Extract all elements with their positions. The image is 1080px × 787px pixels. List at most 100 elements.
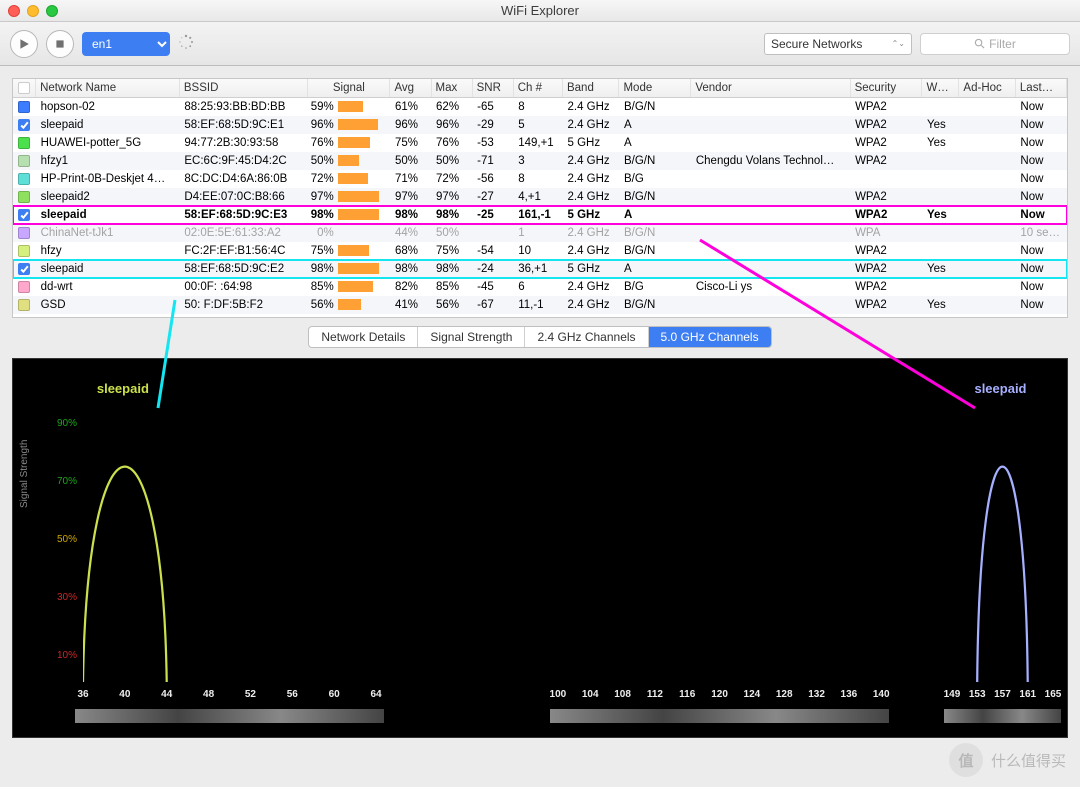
close-icon[interactable]	[8, 5, 20, 17]
row-checkbox[interactable]	[18, 191, 30, 203]
cell-w	[922, 188, 959, 206]
tab-network-details[interactable]: Network Details	[309, 327, 418, 347]
cell-bssid: 58:EF:68:5D:9C:E3	[179, 206, 307, 224]
table-row[interactable]: sleepaid58:EF:68:5D:9C:E298%98%98%-2436,…	[13, 260, 1067, 278]
col-max[interactable]: Max	[431, 79, 472, 98]
row-checkbox[interactable]	[18, 245, 30, 257]
col-bssid[interactable]: BSSID	[179, 79, 307, 98]
cell-name: ChinaNet-tJk1	[36, 224, 180, 242]
col-w[interactable]: W…	[922, 79, 959, 98]
cell-bssid: 58:EF:68:5D:9C:E1	[179, 116, 307, 134]
table-row[interactable]: GSD50: F:DF:5B:F256%41%56%-6711,-12.4 GH…	[13, 296, 1067, 314]
cell-adhoc	[959, 206, 1015, 224]
cell-band: 2.4 GHz	[562, 152, 618, 170]
cell-max: 75%	[431, 242, 472, 260]
row-checkbox[interactable]	[18, 119, 30, 131]
col-mode[interactable]: Mode	[619, 79, 691, 98]
cell-snr: -56	[472, 170, 513, 188]
x-tick: 36	[77, 689, 88, 700]
interface-select[interactable]: en1	[82, 32, 170, 56]
col-ch[interactable]: Ch #	[513, 79, 562, 98]
y-tick: 70%	[57, 476, 77, 487]
x-tick: 136	[841, 689, 858, 700]
row-checkbox[interactable]	[18, 155, 30, 167]
cell-band: 2.4 GHz	[562, 224, 618, 242]
col-band[interactable]: Band	[562, 79, 618, 98]
table-header[interactable]: Network Name BSSID Signal Avg Max SNR Ch…	[13, 79, 1067, 98]
row-checkbox[interactable]	[18, 281, 30, 293]
row-checkbox[interactable]	[18, 299, 30, 311]
network-table[interactable]: Network Name BSSID Signal Avg Max SNR Ch…	[12, 78, 1068, 318]
secure-networks-combo[interactable]: Secure Networks ⌃⌄	[764, 33, 912, 55]
cell-snr: -24	[472, 260, 513, 278]
select-all-checkbox[interactable]	[18, 82, 30, 94]
col-name[interactable]: Network Name	[36, 79, 180, 98]
row-checkbox[interactable]	[18, 137, 30, 149]
table-row[interactable]: HUAWEI-potter_5G94:77:2B:30:93:5876%75%7…	[13, 134, 1067, 152]
cell-ch: 3	[513, 152, 562, 170]
table-row[interactable]: sleepaid58:EF:68:5D:9C:E196%96%96%-2952.…	[13, 116, 1067, 134]
play-button[interactable]	[10, 30, 38, 58]
cell-security: WPA2	[850, 188, 922, 206]
cell-w	[922, 224, 959, 242]
channel-range-bar	[550, 709, 889, 723]
table-row[interactable]: ChinaNet-tJk102:0E:5E:61:33:A20%44%50%12…	[13, 224, 1067, 242]
table-row[interactable]: HP-Print-0B-Deskjet 4…8C:DC:D4:6A:86:0B7…	[13, 170, 1067, 188]
cell-w: Yes	[922, 134, 959, 152]
table-row[interactable]: sleepaid58:EF:68:5D:9C:E398%98%98%-25161…	[13, 206, 1067, 224]
row-checkbox[interactable]	[18, 227, 30, 239]
cell-avg: 97%	[390, 188, 431, 206]
x-tick: 124	[744, 689, 761, 700]
cell-last: Now	[1015, 116, 1066, 134]
tab-5-0-ghz-channels[interactable]: 5.0 GHz Channels	[649, 327, 771, 347]
col-signal[interactable]: Signal	[308, 79, 390, 98]
col-snr[interactable]: SNR	[472, 79, 513, 98]
x-tick: 108	[614, 689, 631, 700]
view-tabs: Network DetailsSignal Strength2.4 GHz Ch…	[0, 326, 1080, 348]
cell-mode: A	[619, 206, 691, 224]
row-checkbox[interactable]	[18, 101, 30, 113]
table-row[interactable]: hfzyFC:2F:EF:B1:56:4C75%68%75%-54102.4 G…	[13, 242, 1067, 260]
tab-signal-strength[interactable]: Signal Strength	[418, 327, 525, 347]
cell-signal: 98%	[308, 260, 390, 278]
col-vendor[interactable]: Vendor	[691, 79, 850, 98]
col-last[interactable]: Last…	[1015, 79, 1066, 98]
cell-mode: B/G/N	[619, 296, 691, 314]
filter-placeholder: Filter	[989, 37, 1016, 51]
cell-avg: 50%	[390, 152, 431, 170]
col-avg[interactable]: Avg	[390, 79, 431, 98]
cell-bssid: 50: F:DF:5B:F2	[179, 296, 307, 314]
cell-avg: 41%	[390, 296, 431, 314]
cell-signal: 50%	[308, 152, 390, 170]
watermark-badge: 值	[949, 743, 983, 777]
cell-bssid: 94:77:2B:30:93:58	[179, 134, 307, 152]
col-security[interactable]: Security	[850, 79, 922, 98]
minimize-icon[interactable]	[27, 5, 39, 17]
table-row[interactable]: hopson-0288:25:93:BB:BD:BB59%61%62%-6582…	[13, 98, 1067, 116]
cell-avg: 98%	[390, 260, 431, 278]
stop-button[interactable]	[46, 30, 74, 58]
cell-signal: 72%	[308, 170, 390, 188]
table-row[interactable]: sleepaid2D4:EE:07:0C:B8:6697%97%97%-274,…	[13, 188, 1067, 206]
row-checkbox[interactable]	[18, 173, 30, 185]
col-adhoc[interactable]: Ad-Hoc	[959, 79, 1015, 98]
cell-ch: 1	[513, 224, 562, 242]
cell-mode: B/G/N	[619, 152, 691, 170]
channel-range-bar	[944, 709, 1061, 723]
zoom-icon[interactable]	[46, 5, 58, 17]
filter-input[interactable]: Filter	[920, 33, 1070, 55]
table-row[interactable]: hfzy1EC:6C:9F:45:D4:2C50%50%50%-7132.4 G…	[13, 152, 1067, 170]
cell-security	[850, 170, 922, 188]
cell-ch: 5	[513, 116, 562, 134]
cell-w: Yes	[922, 206, 959, 224]
cell-bssid: 88:25:93:BB:BD:BB	[179, 98, 307, 116]
cell-w	[922, 278, 959, 296]
row-checkbox[interactable]	[18, 263, 30, 275]
row-checkbox[interactable]	[18, 209, 30, 221]
cell-mode: B/G	[619, 278, 691, 296]
table-row[interactable]: dd-wrt00:0F: :64:9885%82%85%-4562.4 GHzB…	[13, 278, 1067, 296]
cell-signal: 96%	[308, 116, 390, 134]
tab-2-4-ghz-channels[interactable]: 2.4 GHz Channels	[525, 327, 648, 347]
x-tick: 56	[287, 689, 298, 700]
cell-snr: -45	[472, 278, 513, 296]
